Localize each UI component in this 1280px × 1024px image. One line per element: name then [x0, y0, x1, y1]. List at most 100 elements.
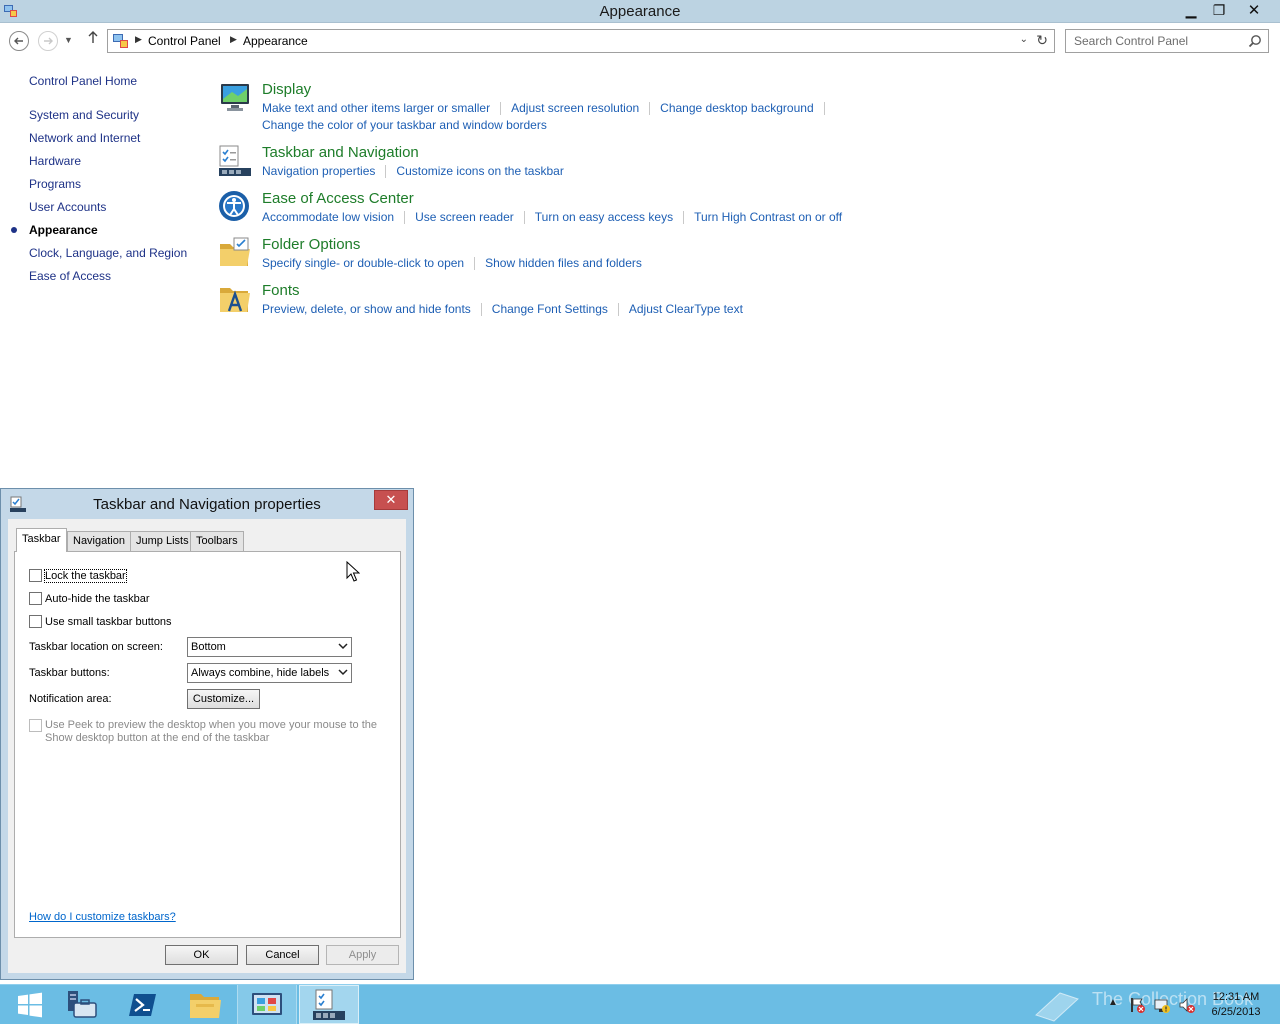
category-title-ease-of-access[interactable]: Ease of Access Center	[262, 190, 414, 207]
small-buttons-label[interactable]: Use small taskbar buttons	[45, 616, 172, 628]
link-make-text-larger[interactable]: Make text and other items larger or smal…	[262, 101, 490, 115]
link-separator	[500, 102, 502, 116]
breadcrumb-separator-icon[interactable]: ▶	[135, 34, 142, 45]
lock-taskbar-label[interactable]: Lock the taskbar	[44, 568, 127, 583]
search-box[interactable]	[1065, 29, 1269, 53]
sidebar-item-clock-language-region[interactable]: Clock, Language, and Region	[29, 246, 187, 260]
lock-taskbar-checkbox[interactable]	[29, 569, 42, 582]
breadcrumb-appearance[interactable]: Appearance	[243, 34, 308, 48]
chevron-down-icon	[338, 643, 348, 650]
mouse-cursor-icon	[346, 561, 360, 582]
link-single-double-click[interactable]: Specify single- or double-click to open	[262, 256, 464, 270]
ease-of-access-icon[interactable]	[218, 190, 252, 224]
tab-jump-lists[interactable]: Jump Lists	[130, 531, 195, 551]
minimize-button[interactable]: ▁	[1177, 0, 1205, 20]
taskbar-properties-icon	[313, 989, 345, 1020]
link-show-hidden-files[interactable]: Show hidden files and folders	[485, 256, 642, 270]
category-title-taskbar-navigation[interactable]: Taskbar and Navigation	[262, 144, 419, 161]
tab-navigation[interactable]: Navigation	[67, 531, 131, 551]
taskbar-file-explorer[interactable]	[175, 985, 235, 1024]
dialog-title: Taskbar and Navigation properties	[93, 496, 321, 513]
link-change-font-settings[interactable]: Change Font Settings	[492, 302, 608, 316]
category-title-folder-options[interactable]: Folder Options	[262, 236, 360, 253]
customize-button[interactable]: Customize...	[187, 689, 260, 709]
window-titlebar[interactable]: Appearance ▁ ❐ ✕	[0, 0, 1280, 23]
dialog-body: Taskbar Navigation Jump Lists Toolbars L…	[8, 519, 406, 973]
lock-taskbar-row[interactable]: Lock the taskbar	[29, 568, 127, 583]
search-icon[interactable]	[1248, 34, 1262, 48]
link-adjust-cleartype[interactable]: Adjust ClearType text	[629, 302, 743, 316]
taskbar-icon[interactable]	[218, 144, 252, 178]
clock-date: 6/25/2013	[1211, 1006, 1261, 1018]
sidebar-item-ease-of-access[interactable]: Ease of Access	[29, 269, 111, 283]
system-clock[interactable]: 12:31 AM 6/25/2013	[1200, 990, 1272, 1020]
sidebar-item-system-and-security[interactable]: System and Security	[29, 108, 139, 122]
restore-button[interactable]: ❐	[1205, 0, 1233, 20]
dialog-titlebar[interactable]: Taskbar and Navigation properties ✕	[1, 489, 413, 519]
recent-locations-chevron-down-icon[interactable]: ▼	[64, 35, 73, 45]
auto-hide-checkbox[interactable]	[29, 592, 42, 605]
back-button[interactable]	[9, 31, 29, 51]
chevron-down-icon	[338, 669, 348, 676]
address-bar[interactable]: ▶ Control Panel ▶ Appearance ⌄ ↻	[107, 29, 1055, 53]
link-change-desktop-background[interactable]: Change desktop background	[660, 101, 813, 115]
address-dropdown-chevron-down-icon[interactable]: ⌄	[1020, 34, 1028, 45]
folder-options-links: Specify single- or double-click to open S…	[262, 255, 882, 272]
display-icon[interactable]	[218, 81, 252, 115]
auto-hide-row[interactable]: Auto-hide the taskbar	[29, 592, 150, 605]
link-high-contrast[interactable]: Turn High Contrast on or off	[694, 210, 842, 224]
notification-area-label: Notification area:	[29, 693, 112, 705]
action-center-flag-icon[interactable]	[1128, 996, 1146, 1014]
fonts-links: Preview, delete, or show and hide fonts C…	[262, 301, 882, 318]
link-easy-access-keys[interactable]: Turn on easy access keys	[535, 210, 673, 224]
ok-button[interactable]: OK	[165, 945, 238, 965]
link-navigation-properties[interactable]: Navigation properties	[262, 164, 375, 178]
search-input[interactable]	[1066, 30, 1236, 52]
use-peek-checkbox	[29, 719, 42, 732]
breadcrumb-separator-icon[interactable]: ▶	[230, 34, 237, 45]
taskbar-control-panel[interactable]	[237, 985, 297, 1024]
small-buttons-row[interactable]: Use small taskbar buttons	[29, 615, 172, 628]
link-preview-fonts[interactable]: Preview, delete, or show and hide fonts	[262, 302, 471, 316]
sidebar-item-user-accounts[interactable]: User Accounts	[29, 200, 106, 214]
taskbar-taskbar-properties[interactable]	[299, 985, 359, 1024]
link-use-screen-reader[interactable]: Use screen reader	[415, 210, 514, 224]
auto-hide-label[interactable]: Auto-hide the taskbar	[45, 593, 150, 605]
use-peek-label: Use Peek to preview the desktop when you…	[45, 719, 378, 744]
link-separator	[385, 165, 387, 179]
tab-toolbars[interactable]: Toolbars	[190, 531, 244, 551]
sidebar-item-hardware[interactable]: Hardware	[29, 154, 81, 168]
watermark-logo-icon	[1035, 992, 1079, 1022]
folder-icon[interactable]	[218, 236, 252, 270]
start-icon	[18, 992, 42, 1017]
tab-taskbar[interactable]: Taskbar	[16, 528, 67, 552]
network-icon[interactable]	[1153, 996, 1171, 1014]
forward-button[interactable]	[38, 31, 58, 51]
sidebar-item-programs[interactable]: Programs	[29, 177, 81, 191]
fonts-icon[interactable]	[218, 282, 252, 316]
link-adjust-screen-resolution[interactable]: Adjust screen resolution	[511, 101, 639, 115]
link-change-taskbar-color[interactable]: Change the color of your taskbar and win…	[262, 118, 547, 132]
link-separator	[683, 211, 685, 225]
taskbar-buttons-select[interactable]: Always combine, hide labels	[187, 663, 352, 683]
breadcrumb-control-panel[interactable]: Control Panel	[148, 34, 221, 48]
refresh-icon[interactable]: ↻	[1036, 32, 1048, 49]
taskbar-server-manager[interactable]	[51, 985, 111, 1024]
volume-muted-icon[interactable]	[1178, 996, 1196, 1014]
close-button[interactable]: ✕	[1234, 0, 1274, 20]
link-customize-taskbar-icons[interactable]: Customize icons on the taskbar	[396, 164, 563, 178]
taskbar-location-select[interactable]: Bottom	[187, 637, 352, 657]
customize-taskbars-help-link[interactable]: How do I customize taskbars?	[29, 911, 176, 923]
category-title-display[interactable]: Display	[262, 81, 311, 98]
up-arrow-icon[interactable]	[87, 30, 99, 49]
show-hidden-icons-chevron-up-icon[interactable]: ▲	[1108, 997, 1118, 1008]
cancel-button[interactable]: Cancel	[246, 945, 319, 965]
dialog-close-button[interactable]: ✕	[374, 490, 408, 510]
sidebar-item-network-and-internet[interactable]: Network and Internet	[29, 131, 140, 145]
small-buttons-checkbox[interactable]	[29, 615, 42, 628]
sidebar-control-panel-home[interactable]: Control Panel Home	[29, 74, 137, 88]
link-accommodate-low-vision[interactable]: Accommodate low vision	[262, 210, 394, 224]
category-title-fonts[interactable]: Fonts	[262, 282, 300, 299]
taskbar-powershell[interactable]	[113, 985, 173, 1024]
display-links: Make text and other items larger or smal…	[262, 100, 882, 134]
